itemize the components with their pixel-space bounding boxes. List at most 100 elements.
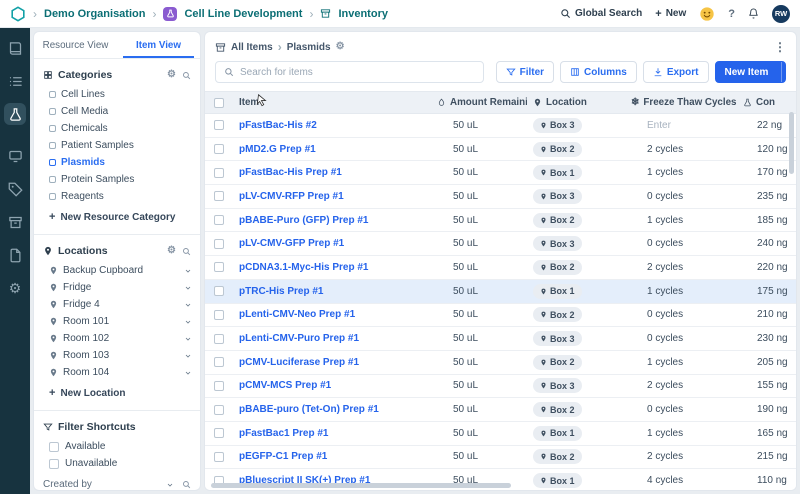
new-button[interactable]: + New (655, 8, 686, 20)
breadcrumb-section[interactable]: Inventory (338, 8, 388, 20)
row-checkbox[interactable] (214, 144, 224, 154)
search-input[interactable] (240, 67, 475, 78)
chevron-down-icon[interactable] (184, 318, 192, 326)
column-header-concentration[interactable]: Con (737, 97, 796, 108)
locations-search-icon[interactable] (182, 247, 191, 256)
column-header-cycles[interactable]: ❄ Freeze Thaw Cycles (625, 97, 737, 108)
tags-icon[interactable] (4, 178, 26, 200)
cycles-cell[interactable]: 1 cycles (625, 428, 737, 439)
table-row[interactable]: pCDNA3.1-Myc-His Prep #1 50 uL Box 2 2 c… (205, 256, 796, 280)
chevron-down-icon[interactable] (184, 369, 192, 377)
protocols-icon[interactable] (4, 70, 26, 92)
settings-gear-icon[interactable]: ⚙ (4, 277, 26, 299)
row-checkbox[interactable] (214, 381, 224, 391)
location-badge[interactable]: Box 3 (533, 236, 582, 251)
cycles-cell[interactable]: 2 cycles (625, 144, 737, 155)
location-badge[interactable]: Box 2 (533, 355, 582, 370)
item-link[interactable]: pLV-CMV-GFP Prep #1 (239, 238, 344, 249)
location-item[interactable]: Room 103 (34, 347, 200, 364)
location-badge[interactable]: Box 1 (533, 426, 582, 441)
filter-dropdown[interactable]: Created by (34, 472, 200, 491)
chevron-down-icon[interactable] (184, 301, 192, 309)
location-badge[interactable]: Box 2 (533, 449, 582, 464)
table-row[interactable]: pBABE-puro (Tet-On) Prep #1 50 uL Box 2 … (205, 398, 796, 422)
global-search-button[interactable]: Global Search (560, 8, 642, 19)
location-item[interactable]: Fridge 4 (34, 296, 200, 313)
row-checkbox[interactable] (214, 168, 224, 178)
chevron-down-icon[interactable] (184, 284, 192, 292)
row-checkbox[interactable] (214, 286, 224, 296)
user-avatar[interactable]: RW (772, 5, 790, 23)
chevron-down-icon[interactable] (184, 267, 192, 275)
app-logo-icon[interactable] (10, 6, 26, 22)
location-badge[interactable]: Box 1 (533, 165, 582, 180)
cycles-cell[interactable]: 4 cycles (625, 475, 737, 486)
category-item[interactable]: Cell Media (34, 103, 200, 120)
category-item[interactable]: Patient Samples (34, 137, 200, 154)
category-item[interactable]: Chemicals (34, 120, 200, 137)
location-item[interactable]: Room 101 (34, 313, 200, 330)
category-settings-gear-icon[interactable]: ⚙ (336, 42, 345, 52)
location-badge[interactable]: Box 3 (533, 378, 582, 393)
location-item[interactable]: Fridge (34, 279, 200, 296)
table-row[interactable]: pBABE-Puro (GFP) Prep #1 50 uL Box 2 1 c… (205, 209, 796, 233)
category-item[interactable]: Cell Lines (34, 86, 200, 103)
item-link[interactable]: pTRC-His Prep #1 (239, 286, 323, 297)
location-badge[interactable]: Box 2 (533, 307, 582, 322)
horizontal-scrollbar-thumb[interactable] (211, 483, 511, 488)
table-row[interactable]: pEGFP-C1 Prep #1 50 uL Box 2 2 cycles 21… (205, 446, 796, 470)
location-badge[interactable]: Box 2 (533, 402, 582, 417)
table-row[interactable]: pFastBac-His #2 50 uL Box 3 Enter 22 ng (205, 114, 796, 138)
item-link[interactable]: pFastBac-His #2 (239, 120, 317, 131)
table-row[interactable]: pLV-CMV-GFP Prep #1 50 uL Box 3 0 cycles… (205, 232, 796, 256)
cycles-cell[interactable]: 2 cycles (625, 262, 737, 273)
cycles-cell[interactable]: 1 cycles (625, 215, 737, 226)
filter-checkbox-row[interactable]: Unavailable (34, 455, 200, 472)
new-resource-category-button[interactable]: + New Resource Category (34, 205, 200, 227)
cycles-cell[interactable]: 2 cycles (625, 451, 737, 462)
table-row[interactable]: pLV-CMV-RFP Prep #1 50 uL Box 3 0 cycles… (205, 185, 796, 209)
devices-icon[interactable] (4, 145, 26, 167)
table-row[interactable]: pFastBac1 Prep #1 50 uL Box 1 1 cycles 1… (205, 422, 796, 446)
table-row[interactable]: pLenti-CMV-Neo Prep #1 50 uL Box 2 0 cyc… (205, 304, 796, 328)
cycles-cell[interactable]: 2 cycles (625, 380, 737, 391)
column-header-item[interactable]: Item (233, 97, 431, 108)
new-item-button[interactable]: New Item (715, 61, 787, 83)
row-checkbox[interactable] (214, 120, 224, 130)
checkbox[interactable] (49, 459, 59, 469)
row-checkbox[interactable] (214, 262, 224, 272)
item-link[interactable]: pFastBac-His Prep #1 (239, 167, 342, 178)
column-header-location[interactable]: Location (527, 97, 625, 108)
orders-icon[interactable] (4, 211, 26, 233)
row-checkbox[interactable] (214, 452, 224, 462)
cycles-cell[interactable]: 0 cycles (625, 333, 737, 344)
cycles-cell[interactable]: 0 cycles (625, 309, 737, 320)
location-badge[interactable]: Box 1 (533, 284, 582, 299)
item-link[interactable]: pCMV-MCS Prep #1 (239, 380, 331, 391)
chevron-down-icon[interactable] (184, 352, 192, 360)
files-icon[interactable] (4, 244, 26, 266)
new-location-button[interactable]: + New Location (34, 381, 200, 403)
location-badge[interactable]: Box 1 (533, 473, 582, 488)
view-tab[interactable]: Item View (117, 32, 200, 58)
location-badge[interactable]: Box 3 (533, 189, 582, 204)
table-row[interactable]: pFastBac-His Prep #1 50 uL Box 1 1 cycle… (205, 161, 796, 185)
item-link[interactable]: pBABE-puro (Tet-On) Prep #1 (239, 404, 379, 415)
breadcrumb-category[interactable]: Plasmids (287, 42, 331, 53)
table-row[interactable]: pMD2.G Prep #1 50 uL Box 2 2 cycles 120 … (205, 138, 796, 162)
item-link[interactable]: pBABE-Puro (GFP) Prep #1 (239, 215, 368, 226)
breadcrumb-workspace[interactable]: Cell Line Development (184, 8, 302, 20)
locations-settings-gear-icon[interactable]: ⚙ (167, 246, 176, 256)
location-item[interactable]: Backup Cupboard (34, 262, 200, 279)
item-link[interactable]: pLV-CMV-RFP Prep #1 (239, 191, 344, 202)
item-link[interactable]: pMD2.G Prep #1 (239, 144, 316, 155)
notebook-icon[interactable] (4, 37, 26, 59)
location-item[interactable]: Room 102 (34, 330, 200, 347)
location-badge[interactable]: Box 3 (533, 118, 582, 133)
item-link[interactable]: pEGFP-C1 Prep #1 (239, 451, 327, 462)
chevron-down-icon[interactable] (184, 335, 192, 343)
export-button[interactable]: Export (643, 61, 709, 83)
row-checkbox[interactable] (214, 239, 224, 249)
row-checkbox[interactable] (214, 405, 224, 415)
item-link[interactable]: pCMV-Luciferase Prep #1 (239, 357, 359, 368)
